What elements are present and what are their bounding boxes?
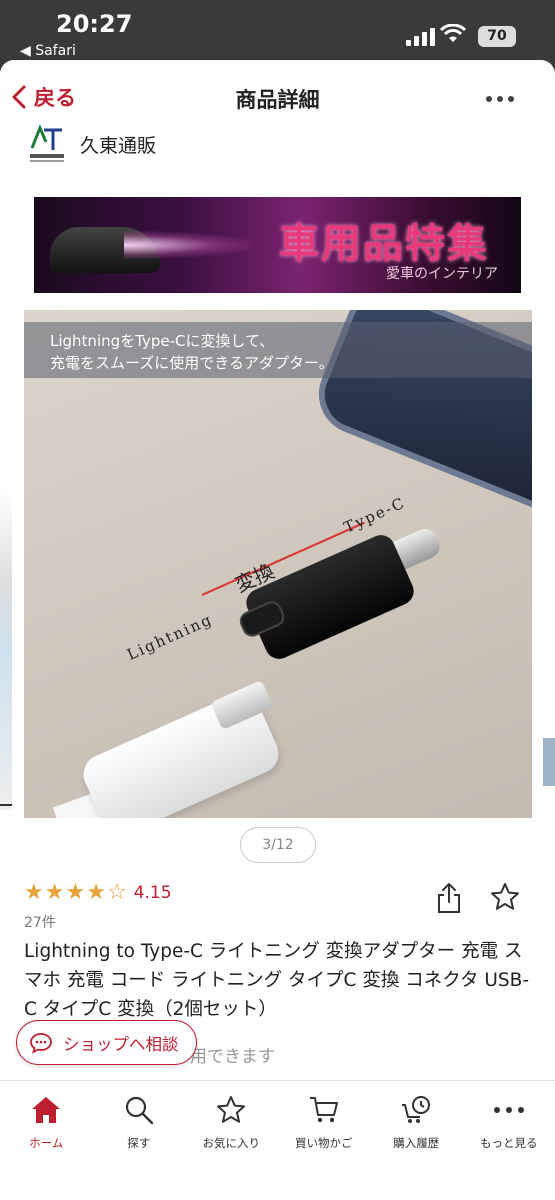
image-pager: 3/12 [240, 827, 316, 863]
caption-line-1: LightningをType-Cに変換して、 [50, 332, 275, 350]
page-title: 商品詳細 [235, 88, 320, 112]
promo-banner[interactable]: 車用品特集 愛車のインテリア [34, 197, 521, 293]
tab-label: 購入履歴 [393, 1136, 440, 1150]
tab-cart[interactable]: 買い物かご [278, 1081, 371, 1200]
star-filled-icon: ★ [86, 880, 106, 905]
next-image-peek[interactable] [543, 738, 555, 786]
wifi-icon [439, 23, 467, 48]
star-filled-icon: ★ [65, 880, 86, 905]
bottom-tab-bar: ホーム 探す お気に入り 買い物かご 購入履歴 もっと見る [0, 1080, 555, 1200]
cart-icon [308, 1093, 340, 1127]
tab-favorites[interactable]: お気に入り [185, 1081, 278, 1200]
product-detail-sheet: 戻る 商品詳細 久東通販 車用品特集 愛車のインテリア LightningをTy… [0, 60, 555, 1200]
history-icon [400, 1093, 432, 1127]
clock: 20:27 [56, 10, 133, 38]
label-typec: Type-C [341, 493, 409, 537]
star-outline-icon: ☆ [106, 880, 127, 905]
tab-search[interactable]: 探す [93, 1081, 186, 1200]
shop-header[interactable]: 久東通販 [28, 124, 156, 164]
back-to-safari[interactable]: ◀ Safari [20, 43, 76, 59]
partial-text: 用できます [190, 1047, 275, 1067]
consult-button-label: ショップへ相談 [63, 1034, 179, 1054]
tab-label: 探す [127, 1136, 151, 1150]
banner-title: 車用品特集 [279, 220, 489, 267]
share-icon[interactable] [436, 882, 462, 918]
rating[interactable]: ★ ★ ★ ★ ☆ 4.15 [24, 882, 172, 904]
star-filled-icon: ★ [24, 880, 44, 905]
caption-line-2: 充電をスムーズに使用できるアダプター。 [50, 354, 334, 372]
consult-shop-button[interactable]: ショップへ相談 [16, 1020, 197, 1065]
status-bar: 20:27 ◀ Safari 70 [0, 0, 555, 60]
tab-label: もっと見る [480, 1136, 538, 1150]
more-icon [493, 1093, 525, 1127]
home-icon [30, 1093, 62, 1127]
tab-label: 買い物かご [295, 1136, 353, 1150]
star-filled-icon: ★ [44, 880, 65, 905]
product-image-carousel[interactable]: LightningをType-Cに変換して、 充電をスムーズに使用できるアダプタ… [24, 310, 532, 818]
shop-logo [28, 124, 66, 164]
image-caption: LightningをType-Cに変換して、 充電をスムーズに使用できるアダプタ… [24, 322, 532, 378]
product-title: Lightning to Type-C ライトニング 変換アダプター 充電 スマ… [24, 941, 529, 1020]
previous-image-peek[interactable] [0, 490, 12, 810]
label-lightning: Lightning [124, 610, 216, 664]
chat-bubble-icon [30, 1032, 52, 1054]
tab-label: お気に入り [202, 1136, 261, 1150]
cellular-signal-icon [406, 28, 435, 46]
tab-label: ホーム [29, 1136, 64, 1150]
more-options-icon[interactable] [486, 96, 514, 102]
star-icon [216, 1093, 246, 1127]
favorite-star-icon[interactable] [490, 882, 520, 916]
tab-more[interactable]: もっと見る [463, 1081, 555, 1200]
tab-home[interactable]: ホーム [0, 1081, 93, 1200]
shop-name: 久東通販 [80, 134, 157, 157]
tab-history[interactable]: 購入履歴 [370, 1081, 463, 1200]
banner-subtitle: 愛車のインテリア [386, 266, 498, 282]
adapter-illustration [241, 530, 419, 664]
review-count[interactable]: 27件 [24, 912, 56, 932]
search-icon [124, 1093, 154, 1127]
rating-value: 4.15 [133, 883, 172, 903]
battery-indicator: 70 [478, 26, 516, 47]
